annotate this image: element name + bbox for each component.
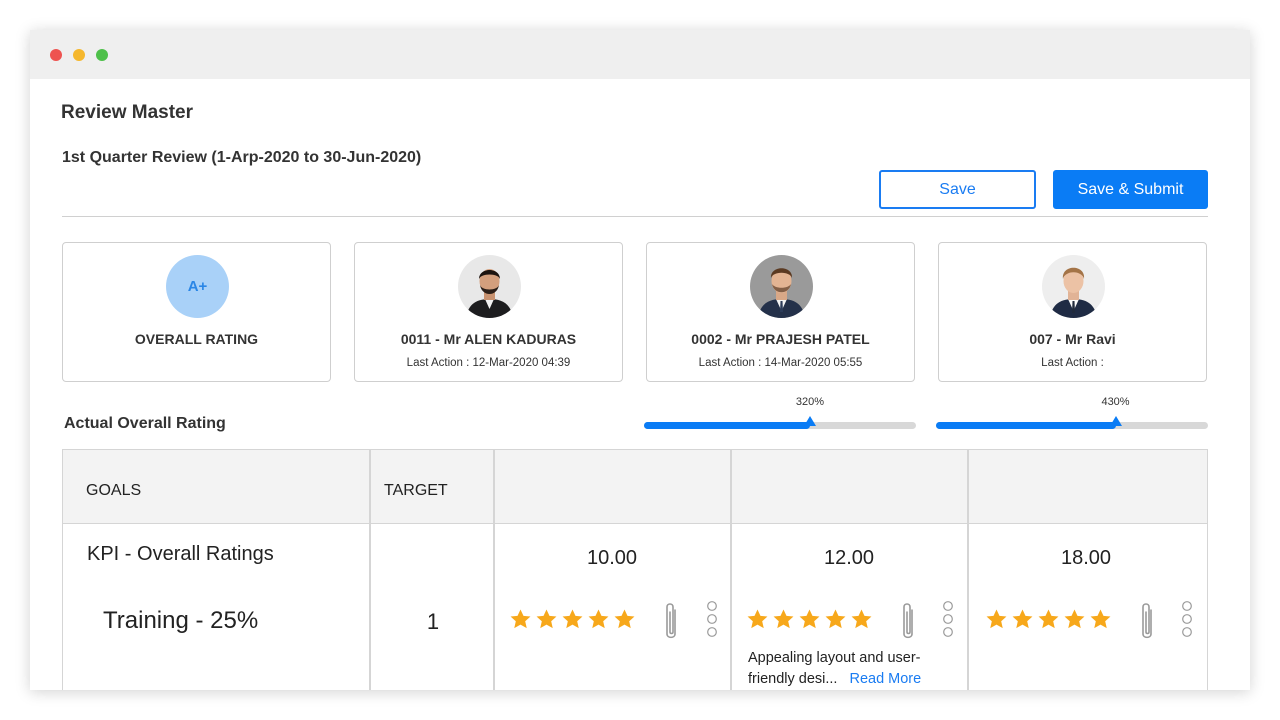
slider-thumb[interactable] [1109, 416, 1122, 426]
page-title: Review Master [61, 102, 194, 123]
star-rating[interactable] [509, 608, 636, 631]
star-icon[interactable] [613, 608, 636, 631]
read-more-link[interactable]: Read More [849, 671, 921, 687]
star-rating[interactable] [985, 608, 1112, 631]
app-window: Review Master 1st Quarter Review (1-Arp-… [30, 30, 1250, 690]
rating-slider-2[interactable]: 430% [936, 396, 1208, 430]
column-divider [730, 450, 732, 690]
star-icon[interactable] [746, 608, 769, 631]
actual-overall-rating-label: Actual Overall Rating [64, 415, 226, 432]
review-period-title: 1st Quarter Review (1-Arp-2020 to 30-Jun… [62, 149, 422, 166]
paperclip-icon[interactable] [897, 600, 919, 644]
column-divider [967, 450, 969, 690]
goals-table: GOALS TARGET KPI - Overall Ratings Train… [62, 449, 1208, 690]
star-icon[interactable] [535, 608, 558, 631]
save-submit-button[interactable]: Save & Submit [1053, 170, 1208, 209]
reviewer-name: 0011 - Mr ALEN KADURAS [400, 331, 577, 347]
slider-value-label: 320% [795, 396, 824, 408]
star-icon[interactable] [509, 608, 532, 631]
slider-value-label: 430% [1101, 396, 1130, 408]
last-action: Last Action : 14-Mar-2020 05:55 [698, 357, 863, 369]
more-options-icon[interactable] [706, 600, 718, 644]
header-target: TARGET [384, 482, 448, 499]
avatar [1042, 255, 1105, 318]
reviewer-card-2[interactable]: 0002 - Mr PRAJESH PATEL Last Action : 14… [646, 242, 915, 382]
paperclip-icon[interactable] [1136, 600, 1158, 644]
grade-badge: A+ [166, 255, 229, 318]
star-icon[interactable] [587, 608, 610, 631]
overall-rating-label: OVERALL RATING [134, 331, 259, 347]
reviewer-card-1[interactable]: 0011 - Mr ALEN KADURAS Last Action : 12-… [354, 242, 623, 382]
star-icon[interactable] [850, 608, 873, 631]
star-rating[interactable] [746, 608, 873, 631]
table-header [63, 450, 1207, 524]
header-goals: GOALS [86, 482, 142, 499]
minimize-window-dot[interactable] [73, 49, 85, 61]
column-divider [369, 450, 371, 690]
star-icon[interactable] [772, 608, 795, 631]
last-action: Last Action : 12-Mar-2020 04:39 [406, 357, 571, 369]
score-value: 12.00 [823, 547, 875, 569]
more-options-icon[interactable] [942, 600, 954, 644]
star-icon[interactable] [985, 608, 1008, 631]
overall-rating-card: A+ OVERALL RATING [62, 242, 331, 382]
last-action: Last Action : [1041, 357, 1104, 369]
save-button[interactable]: Save [879, 170, 1036, 209]
goal-row-label: Training - 25% [103, 607, 259, 634]
star-icon[interactable] [798, 608, 821, 631]
page-content: Review Master 1st Quarter Review (1-Arp-… [30, 79, 1250, 690]
reviewer-card-3[interactable]: 007 - Mr Ravi Last Action : [938, 242, 1207, 382]
column-divider [493, 450, 495, 690]
title-bar [30, 30, 1250, 79]
rating-slider-1[interactable]: 320% [644, 396, 916, 430]
more-options-icon[interactable] [1181, 600, 1193, 644]
star-icon[interactable] [1011, 608, 1034, 631]
target-value: 1 [426, 609, 440, 634]
close-window-dot[interactable] [50, 49, 62, 61]
star-icon[interactable] [561, 608, 584, 631]
avatar [458, 255, 521, 318]
star-icon[interactable] [1063, 608, 1086, 631]
star-icon[interactable] [1037, 608, 1060, 631]
star-icon[interactable] [1089, 608, 1112, 631]
review-comment: Appealing layout and user-friendly desi.… [748, 648, 948, 690]
score-value: 18.00 [1060, 547, 1112, 569]
reviewer-name: 0002 - Mr PRAJESH PATEL [691, 331, 870, 347]
score-value: 10.00 [586, 547, 638, 569]
star-icon[interactable] [824, 608, 847, 631]
kpi-title: KPI - Overall Ratings [87, 543, 274, 565]
paperclip-icon[interactable] [660, 600, 682, 644]
slider-thumb[interactable] [803, 416, 816, 426]
maximize-window-dot[interactable] [96, 49, 108, 61]
slider-fill [936, 422, 1116, 429]
slider-fill [644, 422, 810, 429]
header-divider [62, 216, 1208, 217]
reviewer-name: 007 - Mr Ravi [1029, 331, 1116, 347]
avatar [750, 255, 813, 318]
